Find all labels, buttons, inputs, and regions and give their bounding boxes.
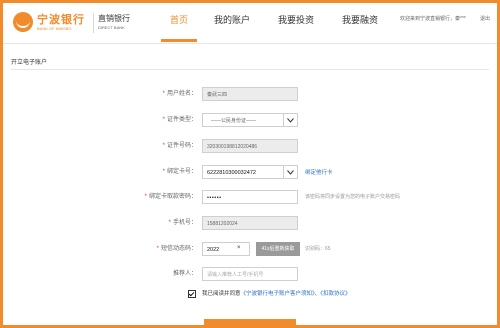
card-number-label: * 绑定卡号：	[162, 169, 197, 175]
required-mark: *	[156, 246, 159, 252]
bank-name: 宁波银行	[37, 14, 85, 26]
nav-my-account[interactable]: 我的账户	[214, 13, 250, 26]
agreement-link-debit[interactable]: 《扣款协议》	[320, 291, 350, 297]
nav-home[interactable]: 首页	[170, 13, 188, 26]
id-number-label: * 证件号码：	[162, 143, 197, 149]
chevron-down-icon[interactable]	[283, 114, 297, 126]
id-type-value: ——公民身份证——	[211, 118, 257, 124]
nav-active-indicator	[161, 39, 197, 42]
page-frame: 宁波银行 BANK OF NINGBO 直销银行 DIRECT BANK 首页 …	[0, 0, 500, 328]
top-header: 宁波银行 BANK OF NINGBO 直销银行 DIRECT BANK 首页 …	[3, 3, 497, 44]
id-number-field[interactable]: 320300198812020486	[202, 139, 298, 153]
phone-field[interactable]: 15881202024	[202, 216, 298, 230]
bank-logo[interactable]: 宁波银行 BANK OF NINGBO 直销银行 DIRECT BANK	[13, 9, 133, 37]
card-number-select[interactable]: 6222810300032472	[202, 165, 298, 179]
agreement-row: 我已阅读并同意《宁波银行电子账户客户须知》、《扣款协议》	[188, 289, 351, 298]
chevron-down-icon[interactable]	[283, 166, 297, 178]
agreement-link-account-notice[interactable]: 《宁波银行电子账户客户须知》	[241, 291, 315, 297]
direct-bank-name-en: DIRECT BANK	[98, 25, 125, 30]
bank-logo-icon	[13, 12, 33, 32]
referrer-label: 推荐人：	[172, 271, 197, 277]
clear-icon[interactable]: ×	[237, 245, 241, 251]
referrer-input[interactable]: 请输入推荐人工号/手机号	[202, 267, 298, 281]
required-mark: *	[162, 169, 165, 175]
sms-identifier-text: 识别码：65	[305, 246, 331, 252]
required-mark: *	[168, 220, 171, 226]
resend-sms-button[interactable]: 41s后重新获取	[256, 242, 300, 256]
card-password-input[interactable]: ••••••	[202, 190, 298, 204]
referrer-placeholder: 请输入推荐人工号/手机号	[207, 272, 264, 278]
logo-divider	[93, 13, 94, 33]
name-label: * 用户姓名：	[162, 91, 197, 97]
agreement-checkbox[interactable]	[188, 289, 196, 298]
name-field[interactable]: 秦武三四	[202, 87, 298, 101]
card-password-label: * 绑定卡取款密码：	[144, 194, 197, 200]
sms-code-input[interactable]: 2022	[202, 242, 250, 256]
section-title: 开立电子账户	[11, 60, 48, 66]
submit-button[interactable]	[204, 319, 296, 325]
nav-invest[interactable]: 我要投资	[278, 13, 314, 26]
logout-link[interactable]: 退出	[480, 15, 490, 22]
required-mark: *	[162, 91, 165, 97]
nav-finance[interactable]: 我要融资	[342, 13, 378, 26]
required-mark: *	[162, 117, 165, 123]
required-mark: *	[144, 194, 147, 200]
bank-name-en: BANK OF NINGBO	[37, 26, 72, 31]
id-type-select[interactable]: ——公民身份证——	[202, 113, 298, 127]
sms-code-label: * 短信动态码：	[156, 246, 197, 252]
direct-bank-name: 直销银行	[98, 14, 130, 23]
welcome-text: 欢迎来到宁波直销银行，秦***	[400, 16, 466, 22]
required-mark: *	[162, 143, 165, 149]
section-divider	[11, 69, 489, 70]
card-number-value: 6222810300032472	[207, 170, 256, 176]
id-type-label: * 证件类型：	[162, 117, 197, 123]
agreement-prefix: 我已阅读并同意	[202, 291, 241, 297]
bind-other-bank-card-link[interactable]: 绑定他行卡	[305, 168, 333, 176]
phone-label: * 手机号：	[168, 220, 197, 226]
password-hint: 该密码将同步设置为您的电子账户交易密码	[305, 194, 401, 200]
